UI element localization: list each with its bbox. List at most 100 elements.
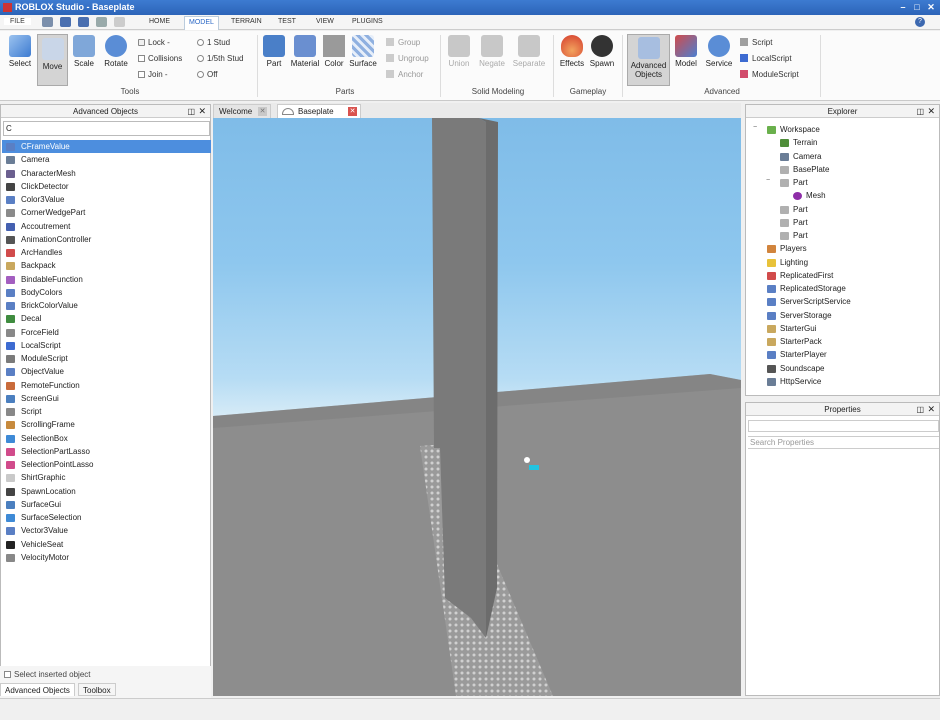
explorer-item[interactable]: ReplicatedFirst	[767, 269, 833, 282]
explorer-item[interactable]: ServerStorage	[767, 309, 832, 322]
explorer-item[interactable]: ServerScriptService	[767, 295, 851, 308]
object-list-item[interactable]: Camera	[2, 153, 211, 166]
pin-icon[interactable]: ◫	[916, 403, 924, 416]
object-list-item[interactable]: SurfaceSelection	[2, 511, 211, 524]
effects-button[interactable]: Effects	[557, 35, 587, 68]
object-list-item[interactable]: SurfaceGui	[2, 498, 211, 511]
explorer-item[interactable]: Lighting	[767, 256, 808, 269]
object-list-item[interactable]: ShirtGraphic	[2, 471, 211, 484]
object-list-item[interactable]: BodyColors	[2, 286, 211, 299]
object-list-item[interactable]: ModuleScript	[2, 352, 211, 365]
object-list-item[interactable]: ClickDetector	[2, 180, 211, 193]
file-menu[interactable]: FILE	[4, 18, 31, 25]
object-list-item[interactable]: Decal	[2, 312, 211, 325]
explorer-item[interactable]: Part	[780, 229, 808, 242]
tab-advanced-objects[interactable]: Advanced Objects	[0, 683, 75, 696]
model-button[interactable]: Model	[672, 35, 700, 68]
tab-view[interactable]: VIEW	[316, 18, 334, 25]
object-list-item[interactable]: ForceField	[2, 326, 211, 339]
object-list-item[interactable]: RemoteFunction	[2, 379, 211, 392]
redo-icon[interactable]	[78, 17, 89, 27]
tab-model[interactable]: MODEL	[184, 16, 219, 30]
properties-filter-input[interactable]	[748, 420, 939, 432]
close-panel-icon[interactable]: ✕	[927, 403, 935, 416]
object-list-item[interactable]: VehicleSeat	[2, 538, 211, 551]
explorer-item[interactable]: Terrain	[780, 136, 817, 149]
object-list-item[interactable]: CharacterMesh	[2, 167, 211, 180]
spawn-button[interactable]: Spawn	[588, 35, 616, 68]
explorer-item[interactable]: Camera	[780, 150, 821, 163]
tab-plugins[interactable]: PLUGINS	[352, 18, 383, 25]
object-list-item[interactable]: CFrameValue	[2, 140, 211, 154]
service-button[interactable]: Service	[703, 35, 735, 68]
join-dropdown[interactable]: Join -	[138, 70, 168, 79]
lock-dropdown[interactable]: Lock -	[138, 38, 170, 47]
close-tab-icon[interactable]: ✕	[258, 107, 267, 116]
snap-1-stud[interactable]: 1 Stud	[197, 38, 230, 47]
snap-5th-stud[interactable]: 1/5th Stud	[197, 54, 243, 63]
explorer-item[interactable]: HttpService	[767, 375, 821, 388]
object-list-item[interactable]: BindableFunction	[2, 273, 211, 286]
advanced-objects-button[interactable]: Advanced Objects	[627, 34, 670, 86]
object-list-item[interactable]: SpawnLocation	[2, 485, 211, 498]
collapse-toggle-icon[interactable]: −	[753, 124, 757, 131]
object-list-item[interactable]: CornerWedgePart	[2, 206, 211, 219]
object-list-item[interactable]: VelocityMotor	[2, 551, 211, 564]
move-handle[interactable]	[529, 465, 539, 470]
explorer-item[interactable]: StarterPack	[767, 335, 822, 348]
color-button[interactable]: Color	[321, 35, 347, 68]
select-button[interactable]: Select	[6, 35, 34, 68]
material-button[interactable]: Material	[288, 35, 322, 68]
explorer-item[interactable]: Players	[767, 242, 807, 255]
object-list-item[interactable]: LocalScript	[2, 339, 211, 352]
close-panel-icon[interactable]: ✕	[198, 105, 206, 118]
explorer-item[interactable]: Part	[780, 176, 808, 189]
tab-welcome[interactable]: Welcome ✕	[213, 104, 271, 118]
explorer-item[interactable]: StarterGui	[767, 322, 816, 335]
part-button[interactable]: Part	[261, 35, 287, 68]
localscript-button[interactable]: LocalScript	[740, 54, 792, 63]
save-icon[interactable]	[42, 17, 53, 27]
pin-icon[interactable]: ◫	[916, 105, 924, 118]
maximize-icon[interactable]: □	[910, 1, 924, 13]
object-list-item[interactable]: AnimationController	[2, 233, 211, 246]
close-icon[interactable]: ✕	[924, 1, 938, 13]
object-search-input[interactable]: C	[3, 121, 210, 136]
select-inserted-toggle[interactable]: Select inserted object	[4, 670, 91, 679]
pin-icon[interactable]: ◫	[187, 105, 195, 118]
modulescript-button[interactable]: ModuleScript	[740, 70, 799, 79]
object-list-item[interactable]: ScreenGui	[2, 392, 211, 405]
play-icon[interactable]	[114, 17, 125, 27]
explorer-item[interactable]: Mesh	[793, 189, 826, 202]
explorer-item[interactable]: BasePlate	[780, 163, 829, 176]
3d-viewport[interactable]	[213, 118, 741, 696]
script-button[interactable]: Script	[740, 38, 772, 47]
help-icon[interactable]: ?	[915, 17, 925, 27]
explorer-item[interactable]: Workspace	[767, 123, 820, 136]
tab-home[interactable]: HOME	[149, 18, 170, 25]
surface-button[interactable]: Surface	[347, 35, 379, 68]
undo-icon[interactable]	[60, 17, 71, 27]
close-panel-icon[interactable]: ✕	[927, 105, 935, 118]
object-list-item[interactable]: BrickColorValue	[2, 299, 211, 312]
object-list-item[interactable]: ObjectValue	[2, 365, 211, 378]
scale-button[interactable]: Scale	[70, 35, 98, 68]
object-list-item[interactable]: Accoutrement	[2, 220, 211, 233]
snap-off[interactable]: Off	[197, 70, 218, 79]
tab-terrain[interactable]: TERRAIN	[231, 18, 262, 25]
settings-icon[interactable]	[96, 17, 107, 27]
close-tab-icon[interactable]: ✕	[348, 107, 357, 116]
object-list-item[interactable]: ScrollingFrame	[2, 418, 211, 431]
object-list-item[interactable]: SelectionPartLasso	[2, 445, 211, 458]
tab-toolbox[interactable]: Toolbox	[78, 683, 116, 696]
search-properties-input[interactable]: Search Properties	[748, 436, 939, 449]
tab-test[interactable]: TEST	[278, 18, 296, 25]
object-list-item[interactable]: Vector3Value	[2, 524, 211, 537]
explorer-item[interactable]: ReplicatedStorage	[767, 282, 846, 295]
collisions-toggle[interactable]: Collisions	[138, 54, 182, 63]
group-button[interactable]: Group	[386, 38, 420, 47]
collapse-toggle-icon[interactable]: −	[766, 177, 770, 184]
object-list-item[interactable]: Color3Value	[2, 193, 211, 206]
minimize-icon[interactable]: –	[896, 1, 910, 13]
move-button[interactable]: Move	[37, 34, 68, 86]
